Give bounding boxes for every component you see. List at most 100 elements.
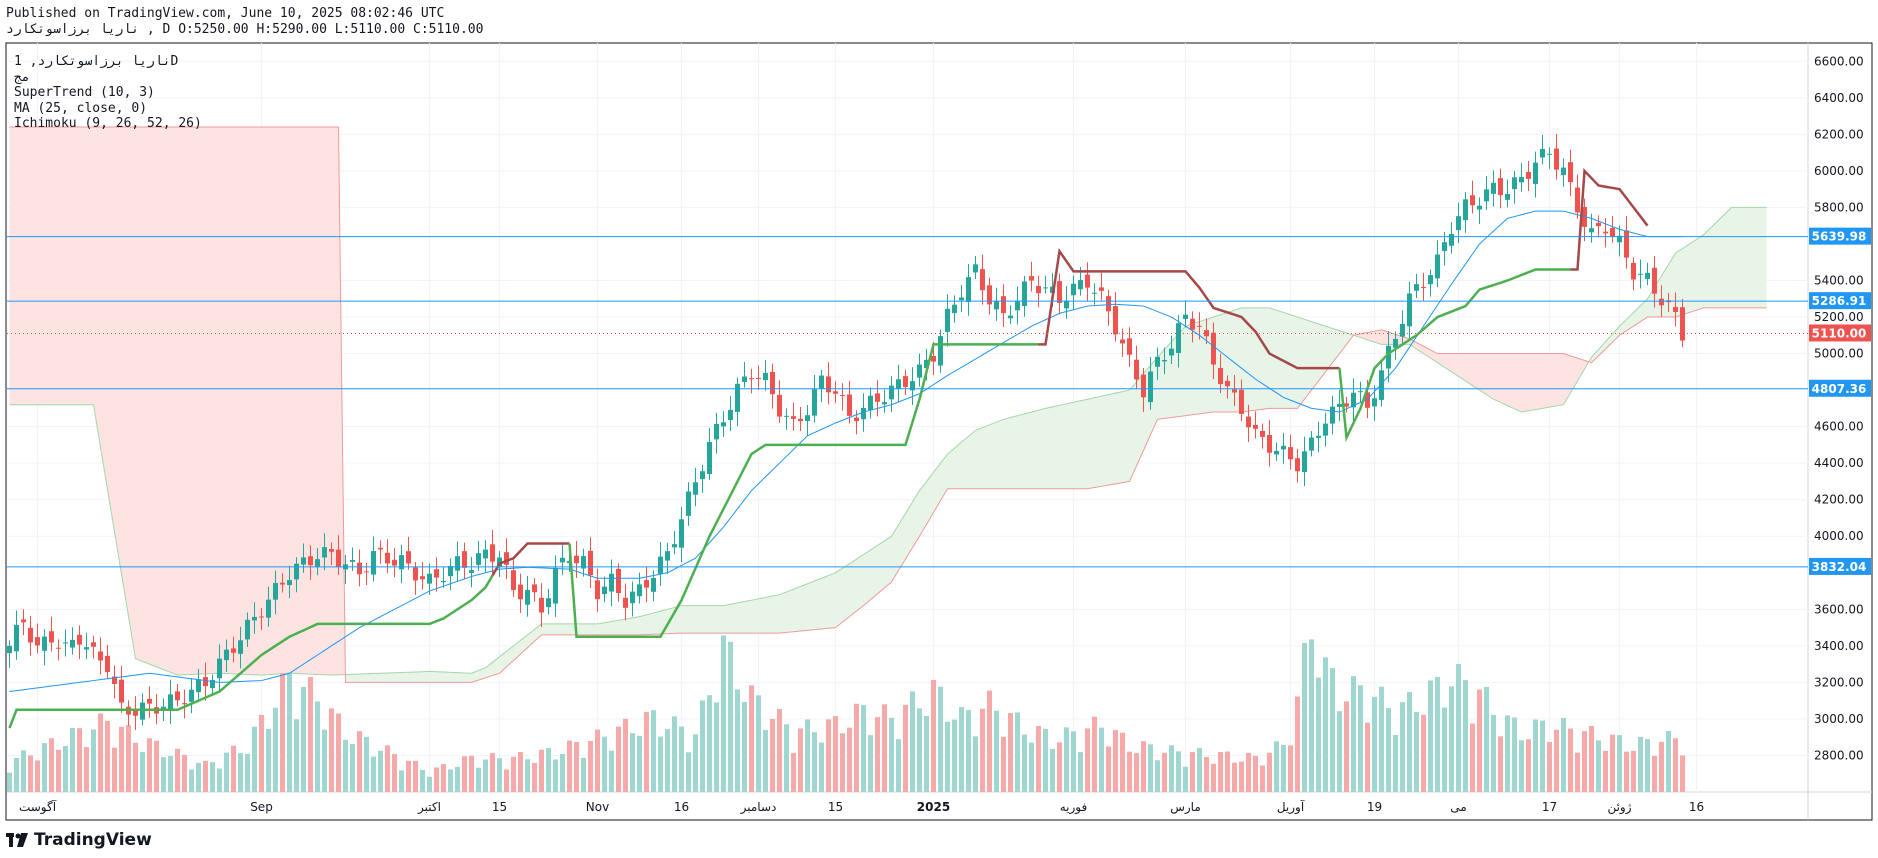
cloud-segment	[177, 127, 185, 676]
candle	[1512, 170, 1517, 204]
candle	[175, 683, 180, 707]
volume-bar	[315, 701, 320, 792]
candle-body	[595, 580, 600, 600]
cloud-segment	[548, 623, 556, 635]
cloud-segment	[37, 127, 45, 405]
volume-bar	[1491, 714, 1496, 792]
cloud-segment	[1556, 353, 1564, 406]
volume-bar	[1127, 751, 1132, 792]
volume-bar	[1134, 753, 1139, 792]
candle-body	[1162, 359, 1167, 362]
cloud-segment	[289, 127, 297, 674]
candle-body	[252, 616, 257, 621]
cloud-segment	[1612, 326, 1620, 343]
candle	[1477, 197, 1482, 225]
candle-body	[1575, 187, 1580, 213]
cloud-segment	[282, 127, 290, 674]
candle-body	[1239, 389, 1244, 414]
legend-ma[interactable]: MA (25, close, 0)	[14, 101, 202, 117]
volume-bar	[917, 708, 922, 792]
cloud-segment	[394, 672, 402, 683]
time-tick-label: آوریل	[1277, 799, 1305, 815]
candle	[756, 365, 761, 391]
candle-body	[602, 586, 607, 595]
volume-bar	[1036, 725, 1041, 792]
candle-body	[1631, 263, 1636, 280]
candle-body	[1610, 227, 1615, 237]
legend-ichimoku[interactable]: Ichimoku (9, 26, 52, 26)	[14, 116, 202, 132]
candle	[889, 376, 894, 413]
time-axis[interactable]: آگوست Sep اکتبر 15 Nov 16 دسامبر 15 2025 فوریه مار…	[19, 799, 1704, 815]
cloud-segment	[1339, 330, 1347, 354]
candle	[42, 629, 47, 666]
cloud-segment	[772, 594, 780, 634]
candle-body	[1169, 348, 1174, 356]
candle	[735, 377, 740, 427]
candle	[707, 428, 712, 481]
candle	[1057, 273, 1062, 315]
volume-bar	[1267, 752, 1272, 792]
volume-bar	[980, 708, 985, 792]
legend-supertrend[interactable]: SuperTrend (10, 3)	[14, 85, 202, 101]
time-tick-label: اکتبر	[417, 800, 441, 815]
candle-body	[294, 563, 299, 580]
candle	[1428, 269, 1433, 297]
candle-body	[1274, 450, 1279, 455]
candle-body	[616, 568, 621, 594]
volume-bar	[959, 707, 964, 792]
candle-body	[812, 389, 817, 416]
candle-body	[1491, 182, 1496, 194]
cloud-segment	[331, 127, 339, 676]
volume-bar	[1337, 711, 1342, 792]
candle-body	[1281, 445, 1286, 450]
volume-bar	[469, 755, 474, 792]
candle	[525, 575, 530, 617]
price-tick-label: 6600.00	[1814, 54, 1864, 68]
price-chart[interactable]: 6600.00 6400.00 6200.00 6000.00 5800.00 5400.…	[0, 0, 1878, 858]
volume-bar	[1442, 707, 1447, 792]
volume-bar	[42, 743, 47, 792]
cloud-segment	[1493, 353, 1501, 403]
candle-body	[1309, 437, 1314, 451]
candle-body	[728, 409, 733, 420]
candle-body	[518, 584, 523, 600]
volume-bar	[427, 776, 432, 792]
volume-bar	[1064, 727, 1069, 792]
candle	[875, 380, 880, 417]
volume-bar	[56, 749, 61, 792]
cloud-segment	[702, 605, 710, 634]
cloud-segment	[44, 127, 52, 405]
candle-body	[1204, 330, 1209, 337]
price-axis[interactable]: 6600.00 6400.00 6200.00 6000.00 5800.00 5400.…	[1809, 54, 1871, 762]
cloud-segment	[576, 623, 584, 635]
cloud-segment	[947, 448, 955, 489]
volume-bar	[1505, 715, 1510, 792]
candle	[805, 404, 810, 436]
candle	[1645, 262, 1650, 286]
volume-bar	[553, 759, 558, 792]
volume-bar	[336, 713, 341, 792]
candle-body	[574, 555, 579, 564]
cloud-segment	[786, 589, 794, 633]
volume-bar	[203, 760, 208, 792]
candle	[987, 277, 992, 315]
volume-bar	[1638, 736, 1643, 792]
candle-body	[721, 422, 726, 427]
cloud-segment	[1227, 310, 1235, 413]
candle-body	[315, 559, 320, 567]
volume-bar	[105, 720, 110, 792]
candle-body	[854, 417, 859, 422]
candle-body	[182, 703, 187, 705]
candle	[595, 568, 600, 613]
candle-body	[980, 269, 985, 291]
candle	[77, 625, 82, 660]
candle	[1547, 147, 1552, 169]
volume-bar	[1204, 756, 1209, 792]
legend-symbol[interactable]: ناریا برزاسوتکارد, 1D	[14, 54, 202, 70]
candle	[1561, 158, 1566, 187]
candle	[1267, 420, 1272, 467]
candle	[385, 539, 390, 574]
volume-bar	[1141, 741, 1146, 792]
cloud-segment	[156, 127, 164, 670]
candle-body	[973, 264, 978, 273]
